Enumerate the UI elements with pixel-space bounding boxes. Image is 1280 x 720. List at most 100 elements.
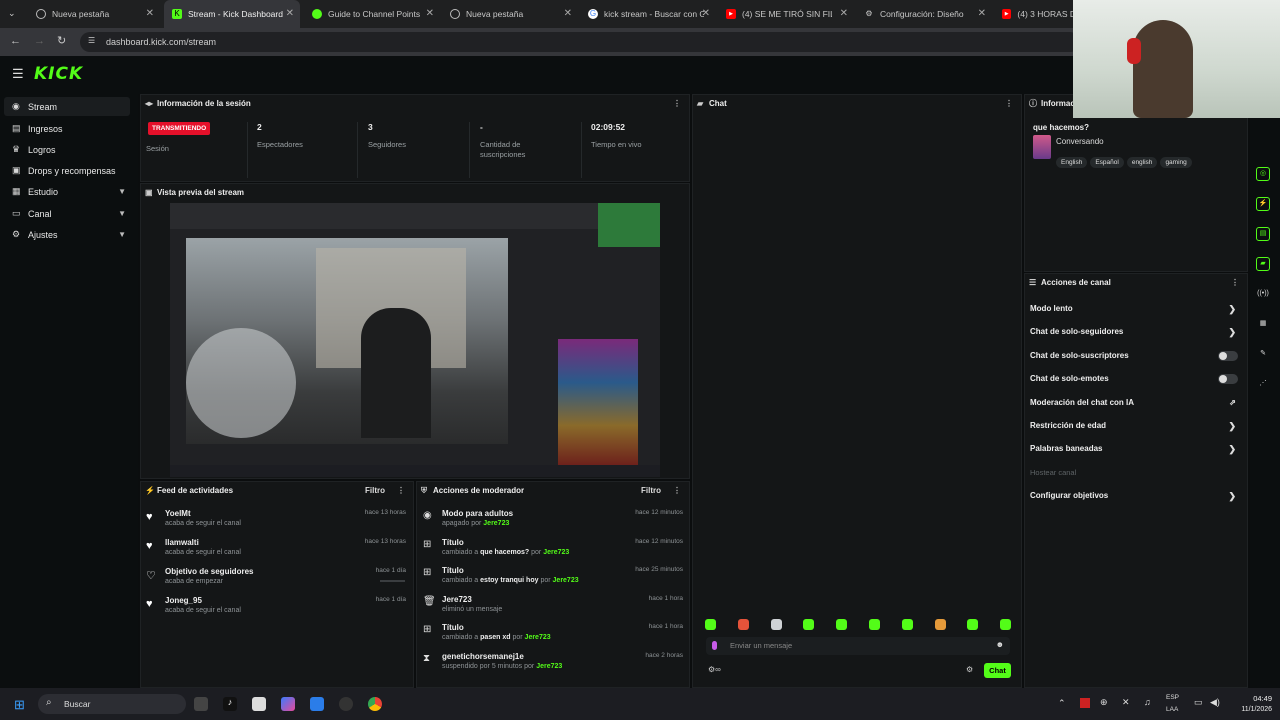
tiktok-icon[interactable]: ♪ [223,697,237,711]
close-icon[interactable]: ✕ [840,8,848,19]
browser-tab-0[interactable]: Nueva pestaña ✕ [28,0,160,28]
mod-action-user[interactable]: Jere723 [525,634,551,641]
filter-button[interactable]: Filtro [641,482,661,500]
emote-blob-icon[interactable] [967,619,979,630]
emote-laugh-icon[interactable] [901,619,913,630]
rail-notes-icon[interactable]: ▤ [1256,227,1270,241]
tray-network-icon[interactable]: ⊕ [1100,697,1108,708]
reload-icon[interactable]: ↻ [57,34,66,47]
channel-action-item[interactable]: Configurar objetivos ❯ [1030,487,1240,505]
tag[interactable]: english [1126,157,1158,168]
mod-action-user[interactable]: Jere723 [483,520,509,527]
task-view-icon[interactable] [194,697,208,711]
channel-action-item[interactable]: Chat de solo-emotes [1030,370,1240,388]
close-icon[interactable]: ✕ [146,8,154,19]
mod-action-user[interactable]: Jere723 [536,663,562,670]
close-icon[interactable]: ✕ [286,8,294,19]
more-options-icon[interactable]: ⋮ [1005,95,1013,113]
file-icon[interactable] [252,697,266,711]
menu-icon[interactable]: ☰ [12,66,24,82]
channel-action-item[interactable]: Moderación del chat con IA ⇗ [1030,394,1240,412]
emote-smile-icon[interactable] [869,619,880,630]
channel-action-item[interactable]: Modo lento ❯ [1030,300,1240,318]
rail-broadcast-icon[interactable]: ((•)) [1256,287,1270,301]
filter-button[interactable]: Filtro [365,482,385,500]
channel-action-item[interactable]: Restricción de edad ❯ [1030,417,1240,435]
taskbar-search[interactable]: ⌕ Buscar [38,694,186,714]
toggle-switch[interactable] [1218,350,1238,361]
more-options-icon[interactable]: ⋮ [1231,274,1239,292]
sidebar-item-drops[interactable]: ▣ Drops y recompensas [4,161,130,180]
close-icon[interactable]: ✕ [702,8,710,19]
tab-search-chevron-icon[interactable]: ⌄ [8,8,16,19]
chat-settings-icon[interactable]: ⚙∞ [708,665,721,674]
emote-frog-icon[interactable] [1000,619,1012,630]
chat-input[interactable]: Enviar un mensaje ☻ [706,637,1010,655]
more-options-icon[interactable]: ⋮ [673,95,681,113]
tray-display-icon[interactable]: ▭ [1194,697,1203,708]
tray-mic-icon[interactable]: ♫ [1144,697,1151,707]
emote-globe-icon[interactable] [770,619,782,630]
close-icon[interactable]: ✕ [978,8,986,19]
stream-preview-video[interactable] [170,203,660,477]
browser-tab-2[interactable]: Guide to Channel Points ✕ [304,0,440,28]
browser-tab-7[interactable]: ▶ (4) 3 HORAS DE [994,0,1078,28]
browser-tab-5[interactable]: ▶ (4) SE ME TIRÓ SIN FILTR ✕ [718,0,854,28]
windows-start-icon[interactable]: ⊞ [14,697,25,713]
site-info-icon[interactable]: ☰ [88,36,95,45]
tag[interactable]: Español [1090,157,1124,168]
collapse-icon[interactable]: ◂▸ [145,95,153,113]
mod-action-user[interactable]: Jere723 [543,549,569,556]
channel-action-item[interactable]: Chat de solo-suscriptores [1030,347,1240,365]
sidebar-item-logros[interactable]: ♛ Logros [4,140,130,159]
browser-tab-4[interactable]: Gkick stream - Buscar con G ✕ [580,0,716,28]
tag[interactable]: gaming [1160,157,1192,168]
mod-action-user[interactable]: Jere723 [553,577,579,584]
tray-volume-icon[interactable]: ◀) [1210,697,1220,708]
obs-icon[interactable] [339,697,353,711]
emote-gem-icon[interactable] [836,619,848,630]
tray-language[interactable]: ESP [1166,694,1179,701]
chrome-icon[interactable] [368,697,382,711]
taskbar-time[interactable]: 04:49 [1232,694,1272,703]
emote-cookie-icon[interactable] [934,619,946,630]
more-options-icon[interactable]: ⋮ [397,482,405,500]
sidebar-item-canal[interactable]: ▭ Canal ▼ [4,204,130,223]
browser-tab-1[interactable]: K Stream - Kick Dashboard ✕ [164,0,300,28]
more-options-icon[interactable]: ⋮ [673,482,681,500]
chat-send-button[interactable]: Chat [984,663,1011,678]
toggle-switch[interactable] [1218,374,1238,385]
emote-red-icon[interactable] [737,619,749,630]
store-icon[interactable] [310,697,324,711]
sidebar-item-estudio[interactable]: ▦ Estudio ▼ [4,182,130,201]
gear-icon[interactable]: ⚙ [966,665,973,674]
emote-green-icon[interactable] [803,619,815,630]
channel-action-item[interactable]: Chat de solo-seguidores ❯ [1030,323,1240,341]
tray-app-icon[interactable] [1080,698,1090,708]
rail-chat-icon[interactable]: ▰ [1256,257,1270,271]
rail-camera-icon[interactable]: ◎ [1256,167,1270,181]
forward-icon[interactable]: → [34,35,45,47]
sidebar-item-ajustes[interactable]: ⚙ Ajustes ▼ [4,225,130,244]
rail-list-icon[interactable]: ▦ [1256,317,1270,331]
copilot-icon[interactable] [281,697,295,711]
tag[interactable]: English [1056,157,1088,168]
back-icon[interactable]: ← [10,35,21,47]
url-input[interactable]: dashboard.kick.com/stream [80,32,1080,52]
mic-icon[interactable] [712,641,717,650]
rail-wrench-icon[interactable]: ✎ [1256,347,1270,361]
sidebar-item-stream[interactable]: ◉ Stream [4,97,130,116]
browser-tab-6[interactable]: ⚙ Configuración: Diseño ✕ [856,0,992,28]
kick-logo[interactable]: KICK [34,64,83,84]
close-icon[interactable]: ✕ [564,8,572,19]
rail-bolt-icon[interactable]: ⚡ [1256,197,1270,211]
browser-tab-3[interactable]: Nueva pestaña ✕ [442,0,578,28]
close-icon[interactable]: ✕ [426,8,434,19]
rail-share-icon[interactable]: ⋰ [1256,377,1270,391]
emoji-icon[interactable]: ☻ [996,640,1004,649]
emote-kick-icon[interactable] [705,619,716,630]
channel-action-item[interactable]: Palabras baneadas ❯ [1030,440,1240,458]
tray-wifi-off-icon[interactable]: ✕ [1122,697,1130,708]
tray-chevron-icon[interactable]: ⌃ [1058,698,1066,709]
sidebar-item-ingresos[interactable]: ▤ Ingresos [4,119,130,138]
